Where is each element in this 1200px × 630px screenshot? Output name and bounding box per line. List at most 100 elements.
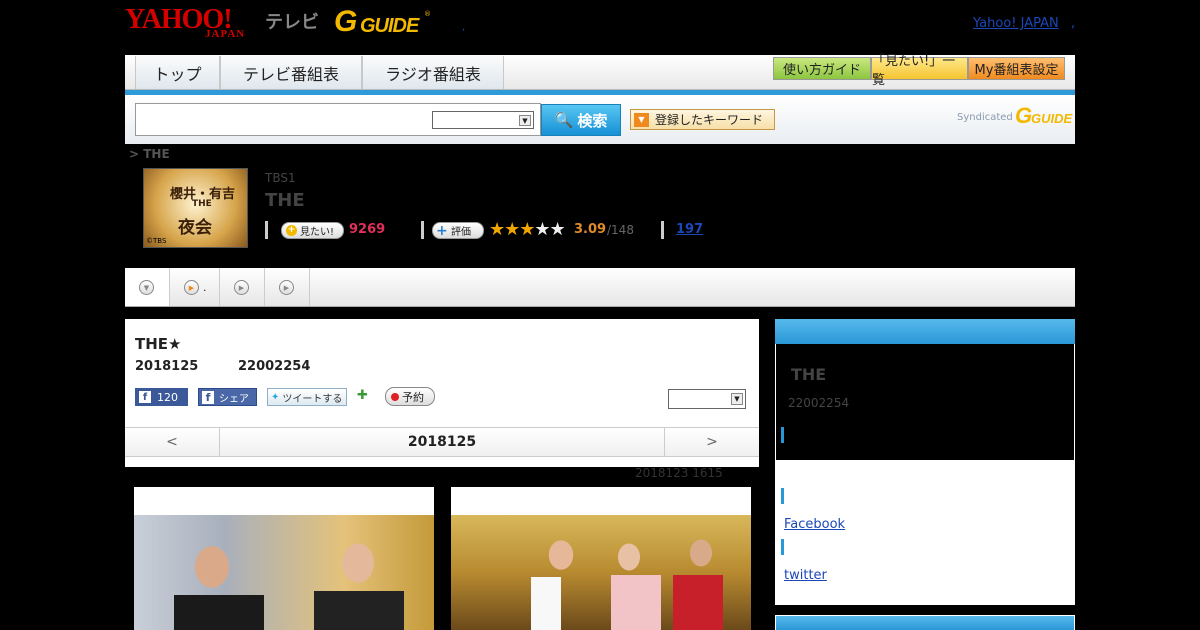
gguide-logo[interactable]: G GUIDE ® (334, 6, 432, 40)
header-separator: , (462, 22, 466, 33)
tab-item[interactable]: ▶ (265, 268, 310, 306)
photo-image (134, 515, 434, 630)
my-schedule-settings-button[interactable]: My番組表設定 (968, 57, 1065, 80)
mitai-list-button[interactable]: 「見たい!」一覧 (871, 54, 968, 88)
syndicated-g: G (1015, 103, 1033, 128)
plus-icon: + (436, 222, 448, 239)
yahoo-japan-logo-text: JAPAN (205, 28, 246, 40)
plus-icon: + (286, 225, 297, 236)
tab-item[interactable]: ▶ (220, 268, 265, 306)
program-title: THE (265, 190, 305, 211)
saved-keywords-button[interactable]: ▼ 登録したキーワード (630, 109, 775, 130)
current-date: 2018125 (407, 434, 477, 450)
usage-guide-button[interactable]: 使い方ガイド (773, 57, 871, 80)
episode-select[interactable]: ▼ (668, 389, 746, 409)
episode-panel: THE★ 2018125 22002254 f 120 f シェア ✦ ツイート… (125, 319, 759, 467)
facebook-icon: f (139, 391, 151, 403)
tab-item[interactable]: ▶ . (170, 268, 220, 306)
section-bar (781, 427, 784, 443)
separator-bar (661, 221, 664, 239)
registered-mark: ® (424, 10, 431, 18)
search-button[interactable]: 🔍 検索 (541, 104, 621, 136)
program-thumbnail: 櫻井・有吉 THE 夜会 ©TBS (143, 168, 248, 248)
mitai-label: 見たい! (300, 227, 335, 238)
mitai-button[interactable]: + 見たい! (281, 222, 344, 239)
side-panel-header (775, 615, 1075, 630)
syndicated-gguide-logo: Syndicated G GUIDE (957, 103, 1073, 133)
previous-date-button[interactable]: < (125, 428, 220, 456)
play-icon: ▶ (279, 279, 294, 295)
breadcrumb: > THE (129, 147, 170, 161)
record-icon (391, 392, 399, 401)
thumbnail-text: 夜会 (178, 218, 212, 238)
search-button-label: 検索 (577, 111, 608, 130)
separator-bar (265, 221, 268, 239)
tweet-label: ツイートする (282, 393, 343, 405)
gguide-logo-text: GUIDE (360, 15, 419, 37)
chevron-down-icon: ▼ (731, 393, 743, 405)
rating-count: /148 (607, 223, 634, 237)
nav-tab-tv-schedule[interactable]: テレビ番組表 (220, 56, 362, 89)
nav-tab-top[interactable]: トップ (135, 56, 220, 89)
add-bookmark-icon[interactable]: ✚ (357, 388, 373, 404)
star-icon-empty: ★★ (534, 219, 565, 240)
episode-time: 22002254 (238, 359, 311, 374)
syndicated-text: Syndicated (957, 112, 1013, 123)
saved-keywords-label: 登録したキーワード (655, 113, 764, 127)
side-program-time: 22002254 (788, 396, 850, 410)
rate-label: 評価 (451, 227, 471, 238)
photo-image (451, 515, 751, 630)
side-panel: THE 22002254 Facebook twitter (775, 319, 1075, 605)
thumbnail-text: THE (192, 199, 212, 209)
twitter-bird-icon: ✦ (271, 391, 280, 403)
star-icon-filled: ★★★ (489, 219, 535, 240)
side-panel-header (775, 319, 1075, 344)
date-navigation: < 2018125 > (125, 427, 759, 457)
tab-label: . (203, 280, 207, 294)
chevron-down-icon: ▼ (634, 112, 649, 127)
search-bar: ▼ 🔍 検索 ▼ 登録したキーワード Syndicated G GUIDE (125, 95, 1075, 144)
reserve-label: 予約 (402, 390, 424, 404)
chevron-down-icon: ▼ (139, 279, 154, 295)
content-tab-strip: ▼ ▶ . ▶ ▶ (125, 268, 1075, 307)
rating-score: 3.09 (574, 222, 607, 237)
updated-timestamp: 2018123 1615 (635, 466, 723, 480)
episode-date: 2018125 (135, 359, 199, 374)
separator-bar (421, 221, 424, 239)
facebook-link[interactable]: Facebook (784, 517, 845, 532)
yahoo-japan-link[interactable]: Yahoo! JAPAN (973, 16, 1059, 31)
facebook-share-button[interactable]: f シェア (198, 388, 257, 406)
thumbnail-copyright: ©TBS (146, 237, 167, 245)
mitai-count: 9269 (349, 222, 386, 237)
chevron-down-icon: ▼ (519, 115, 531, 126)
syndicated-guide-text: GUIDE (1031, 111, 1073, 126)
section-bar (781, 488, 784, 504)
review-count-link[interactable]: 197 (676, 222, 703, 237)
station-name: TBS1 (265, 171, 296, 185)
gguide-logo-g: G (334, 5, 358, 38)
main-nav: トップ テレビ番組表 ラジオ番組表 使い方ガイド 「見たい!」一覧 My番組表設… (125, 54, 1075, 90)
play-icon: ▶ (234, 279, 249, 295)
nav-tab-radio-schedule[interactable]: ラジオ番組表 (362, 56, 504, 89)
episode-photo[interactable] (134, 487, 434, 630)
tweet-button[interactable]: ✦ ツイートする (267, 388, 347, 406)
search-icon: 🔍 (554, 111, 574, 129)
header-separator: , (1071, 16, 1076, 31)
reserve-button[interactable]: 予約 (385, 387, 435, 406)
share-label: シェア (219, 393, 249, 405)
tv-logo-text[interactable]: テレビ (265, 8, 319, 34)
next-date-button[interactable]: > (664, 428, 759, 456)
episode-photo[interactable] (451, 487, 751, 630)
rating-stars: ★★★★★ (489, 219, 566, 240)
search-category-select[interactable]: ▼ (432, 111, 534, 129)
side-program-title: THE (791, 365, 827, 384)
facebook-icon: f (202, 390, 214, 404)
like-count: 120 (157, 390, 178, 404)
twitter-link[interactable]: twitter (784, 568, 827, 583)
section-bar (781, 539, 784, 555)
tab-episode[interactable]: ▼ (125, 268, 170, 306)
episode-title: THE★ (135, 335, 182, 353)
play-icon: ▶ (184, 279, 199, 295)
rate-button[interactable]: + 評価 (432, 222, 484, 239)
facebook-like-button[interactable]: f 120 (135, 388, 188, 406)
